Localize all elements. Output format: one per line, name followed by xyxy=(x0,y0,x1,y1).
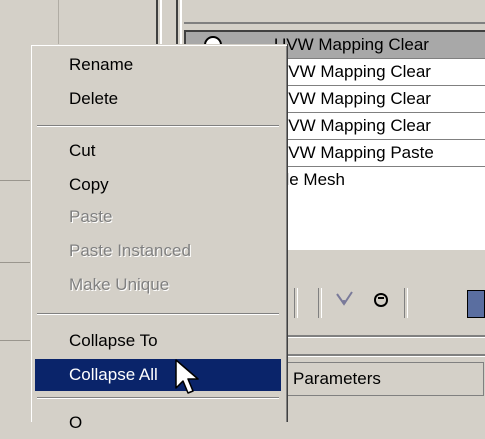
menu-item-cut[interactable]: Cut xyxy=(35,135,281,167)
panel-divider xyxy=(0,340,30,341)
panel-divider xyxy=(0,180,30,181)
rollout-title: Parameters xyxy=(293,369,381,388)
menu-item-rename[interactable]: Rename xyxy=(35,49,281,81)
toolbar-separator xyxy=(404,288,408,318)
show-end-result-icon[interactable] xyxy=(334,288,356,316)
menu-item-delete[interactable]: Delete xyxy=(35,83,281,115)
stack-item-label: UVW Mapping Paste xyxy=(276,143,434,162)
stack-item-label: UVW Mapping Clear xyxy=(276,116,431,135)
object-name-box xyxy=(184,0,485,24)
menu-separator xyxy=(37,125,279,127)
stack-item-label: UVW Mapping Clear xyxy=(274,35,429,54)
context-menu: Rename Delete Cut Copy Paste Paste Insta… xyxy=(30,44,287,432)
configure-modifier-sets-icon[interactable] xyxy=(467,290,485,318)
menu-separator xyxy=(37,397,279,399)
panel-divider xyxy=(156,0,158,48)
mouse-cursor-icon xyxy=(174,358,200,398)
panel-divider xyxy=(58,0,59,48)
menu-item-collapse-to[interactable]: Collapse To xyxy=(35,325,281,357)
menu-item-copy[interactable]: Copy xyxy=(35,169,281,201)
menu-separator xyxy=(37,313,279,315)
menu-item-partial[interactable]: O xyxy=(35,407,281,439)
stack-item-label: UVW Mapping Clear xyxy=(276,89,431,108)
panel-divider xyxy=(0,262,30,263)
menu-item-make-unique: Make Unique xyxy=(69,275,170,294)
menu-item-paste: Paste xyxy=(69,207,113,226)
menu-item-collapse-all[interactable]: Collapse All xyxy=(35,359,281,391)
menu-item-paste-instanced: Paste Instanced xyxy=(69,241,191,260)
make-unique-icon[interactable] xyxy=(370,288,392,316)
parameters-rollout-header[interactable]: Parameters xyxy=(270,362,484,396)
toolbar-separator xyxy=(318,288,322,318)
stack-item-label: UVW Mapping Clear xyxy=(276,62,431,81)
toolbar-separator xyxy=(294,288,298,318)
